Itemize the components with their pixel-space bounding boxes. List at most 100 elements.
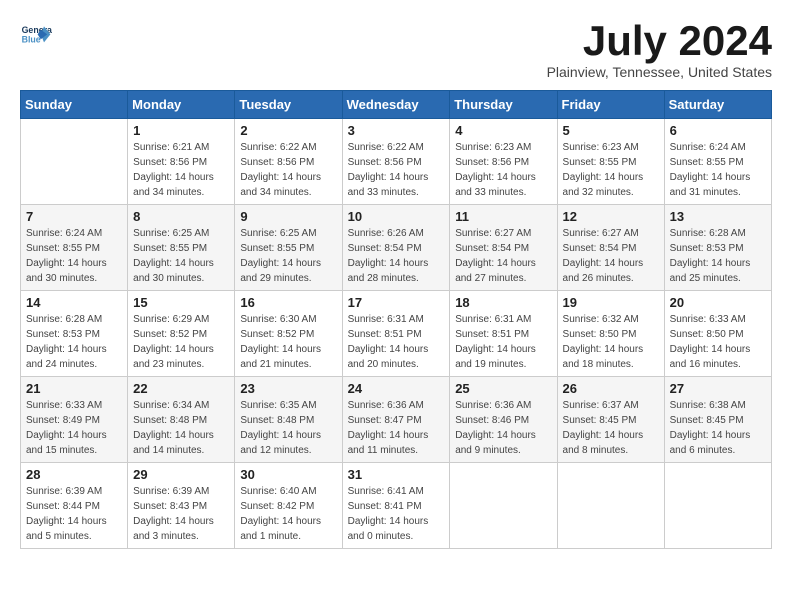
day-number: 15 <box>133 295 229 310</box>
day-number: 17 <box>348 295 445 310</box>
calendar-week-5: 28Sunrise: 6:39 AM Sunset: 8:44 PM Dayli… <box>21 463 772 549</box>
day-info: Sunrise: 6:34 AM Sunset: 8:48 PM Dayligh… <box>133 398 229 458</box>
day-number: 10 <box>348 209 445 224</box>
day-number: 1 <box>133 123 229 138</box>
day-number: 18 <box>455 295 551 310</box>
calendar-cell: 21Sunrise: 6:33 AM Sunset: 8:49 PM Dayli… <box>21 377 128 463</box>
calendar-cell <box>21 119 128 205</box>
calendar-cell: 15 Sunrise: 6:29 AM Sunset: 8:52 PM Dayli… <box>128 291 235 377</box>
day-number: 31 <box>348 467 445 482</box>
day-number: 24 <box>348 381 445 396</box>
day-of-week-monday: Monday <box>128 91 235 119</box>
title-block: July 2024 Plainview, Tennessee, United S… <box>547 20 772 80</box>
day-info: Sunrise: 6:25 AM Sunset: 8:55 PM Dayligh… <box>133 226 229 286</box>
day-info: Sunrise: 6:28 AM Sunset: 8:53 PM Dayligh… <box>26 312 122 372</box>
calendar-cell <box>557 463 664 549</box>
calendar-cell: 7Sunrise: 6:24 AM Sunset: 8:55 PM Daylig… <box>21 205 128 291</box>
calendar-cell: 31 Sunrise: 6:41 AM Sunset: 8:41 PM Dayli… <box>342 463 450 549</box>
calendar-cell: 20Sunrise: 6:33 AM Sunset: 8:50 PM Dayli… <box>664 291 771 377</box>
calendar-cell: 8Sunrise: 6:25 AM Sunset: 8:55 PM Daylig… <box>128 205 235 291</box>
day-number: 16 <box>240 295 336 310</box>
day-number: 28 <box>26 467 122 482</box>
day-info: Sunrise: 6:29 AM Sunset: 8:52 PM Dayligh… <box>133 312 229 372</box>
day-of-week-saturday: Saturday <box>664 91 771 119</box>
day-info: Sunrise: 6:41 AM Sunset: 8:41 PM Dayligh… <box>348 484 445 544</box>
day-info: Sunrise: 6:35 AM Sunset: 8:48 PM Dayligh… <box>240 398 336 458</box>
calendar-cell: 5Sunrise: 6:23 AM Sunset: 8:55 PM Daylig… <box>557 119 664 205</box>
logo-icon: General Blue <box>20 20 52 52</box>
calendar-cell <box>450 463 557 549</box>
calendar-cell: 25 Sunrise: 6:36 AM Sunset: 8:46 PM Dayli… <box>450 377 557 463</box>
calendar-cell: 23 Sunrise: 6:35 AM Sunset: 8:48 PM Dayli… <box>235 377 342 463</box>
day-number: 5 <box>563 123 659 138</box>
calendar-cell: 12Sunrise: 6:27 AM Sunset: 8:54 PM Dayli… <box>557 205 664 291</box>
day-info: Sunrise: 6:40 AM Sunset: 8:42 PM Dayligh… <box>240 484 336 544</box>
day-number: 27 <box>670 381 766 396</box>
calendar-cell: 19 Sunrise: 6:32 AM Sunset: 8:50 PM Dayli… <box>557 291 664 377</box>
day-number: 9 <box>240 209 336 224</box>
day-info: Sunrise: 6:25 AM Sunset: 8:55 PM Dayligh… <box>240 226 336 286</box>
day-number: 30 <box>240 467 336 482</box>
calendar-cell: 11Sunrise: 6:27 AM Sunset: 8:54 PM Dayli… <box>450 205 557 291</box>
calendar-cell: 2Sunrise: 6:22 AM Sunset: 8:56 PM Daylig… <box>235 119 342 205</box>
calendar-week-4: 21Sunrise: 6:33 AM Sunset: 8:49 PM Dayli… <box>21 377 772 463</box>
calendar-cell: 24 Sunrise: 6:36 AM Sunset: 8:47 PM Dayli… <box>342 377 450 463</box>
calendar-cell: 26Sunrise: 6:37 AM Sunset: 8:45 PM Dayli… <box>557 377 664 463</box>
calendar-cell: 14 Sunrise: 6:28 AM Sunset: 8:53 PM Dayli… <box>21 291 128 377</box>
day-info: Sunrise: 6:27 AM Sunset: 8:54 PM Dayligh… <box>455 226 551 286</box>
calendar-header-row: SundayMondayTuesdayWednesdayThursdayFrid… <box>21 91 772 119</box>
day-number: 20 <box>670 295 766 310</box>
day-of-week-sunday: Sunday <box>21 91 128 119</box>
day-number: 14 <box>26 295 122 310</box>
svg-text:Blue: Blue <box>22 34 41 44</box>
day-info: Sunrise: 6:26 AM Sunset: 8:54 PM Dayligh… <box>348 226 445 286</box>
calendar-cell: 16 Sunrise: 6:30 AM Sunset: 8:52 PM Dayli… <box>235 291 342 377</box>
calendar-cell: 17Sunrise: 6:31 AM Sunset: 8:51 PM Dayli… <box>342 291 450 377</box>
month-title: July 2024 <box>547 20 772 62</box>
calendar-cell: 13 Sunrise: 6:28 AM Sunset: 8:53 PM Dayli… <box>664 205 771 291</box>
day-number: 7 <box>26 209 122 224</box>
day-of-week-tuesday: Tuesday <box>235 91 342 119</box>
calendar-table: SundayMondayTuesdayWednesdayThursdayFrid… <box>20 90 772 549</box>
day-info: Sunrise: 6:30 AM Sunset: 8:52 PM Dayligh… <box>240 312 336 372</box>
day-info: Sunrise: 6:37 AM Sunset: 8:45 PM Dayligh… <box>563 398 659 458</box>
day-info: Sunrise: 6:33 AM Sunset: 8:49 PM Dayligh… <box>26 398 122 458</box>
day-info: Sunrise: 6:36 AM Sunset: 8:46 PM Dayligh… <box>455 398 551 458</box>
calendar-cell: 18 Sunrise: 6:31 AM Sunset: 8:51 PM Dayli… <box>450 291 557 377</box>
day-number: 12 <box>563 209 659 224</box>
day-number: 23 <box>240 381 336 396</box>
day-number: 3 <box>348 123 445 138</box>
calendar-cell: 6 Sunrise: 6:24 AM Sunset: 8:55 PM Daylig… <box>664 119 771 205</box>
day-of-week-friday: Friday <box>557 91 664 119</box>
day-number: 22 <box>133 381 229 396</box>
day-number: 6 <box>670 123 766 138</box>
day-info: Sunrise: 6:31 AM Sunset: 8:51 PM Dayligh… <box>455 312 551 372</box>
day-number: 2 <box>240 123 336 138</box>
calendar-week-2: 7Sunrise: 6:24 AM Sunset: 8:55 PM Daylig… <box>21 205 772 291</box>
day-info: Sunrise: 6:38 AM Sunset: 8:45 PM Dayligh… <box>670 398 766 458</box>
day-info: Sunrise: 6:39 AM Sunset: 8:43 PM Dayligh… <box>133 484 229 544</box>
calendar-week-1: 1 Sunrise: 6:21 AM Sunset: 8:56 PM Daylig… <box>21 119 772 205</box>
day-of-week-wednesday: Wednesday <box>342 91 450 119</box>
day-info: Sunrise: 6:22 AM Sunset: 8:56 PM Dayligh… <box>348 140 445 200</box>
day-info: Sunrise: 6:28 AM Sunset: 8:53 PM Dayligh… <box>670 226 766 286</box>
calendar-cell: 27 Sunrise: 6:38 AM Sunset: 8:45 PM Dayli… <box>664 377 771 463</box>
day-info: Sunrise: 6:23 AM Sunset: 8:56 PM Dayligh… <box>455 140 551 200</box>
calendar-cell: 1 Sunrise: 6:21 AM Sunset: 8:56 PM Daylig… <box>128 119 235 205</box>
calendar-cell: 22 Sunrise: 6:34 AM Sunset: 8:48 PM Dayli… <box>128 377 235 463</box>
logo: General Blue <box>20 20 52 52</box>
day-info: Sunrise: 6:24 AM Sunset: 8:55 PM Dayligh… <box>670 140 766 200</box>
day-info: Sunrise: 6:36 AM Sunset: 8:47 PM Dayligh… <box>348 398 445 458</box>
calendar-cell: 29Sunrise: 6:39 AM Sunset: 8:43 PM Dayli… <box>128 463 235 549</box>
day-number: 19 <box>563 295 659 310</box>
day-info: Sunrise: 6:32 AM Sunset: 8:50 PM Dayligh… <box>563 312 659 372</box>
day-info: Sunrise: 6:21 AM Sunset: 8:56 PM Dayligh… <box>133 140 229 200</box>
location: Plainview, Tennessee, United States <box>547 64 772 80</box>
calendar-cell: 10 Sunrise: 6:26 AM Sunset: 8:54 PM Dayli… <box>342 205 450 291</box>
day-number: 13 <box>670 209 766 224</box>
calendar-cell <box>664 463 771 549</box>
page-header: General Blue July 2024 Plainview, Tennes… <box>20 20 772 80</box>
day-number: 25 <box>455 381 551 396</box>
day-of-week-thursday: Thursday <box>450 91 557 119</box>
calendar-cell: 9 Sunrise: 6:25 AM Sunset: 8:55 PM Daylig… <box>235 205 342 291</box>
